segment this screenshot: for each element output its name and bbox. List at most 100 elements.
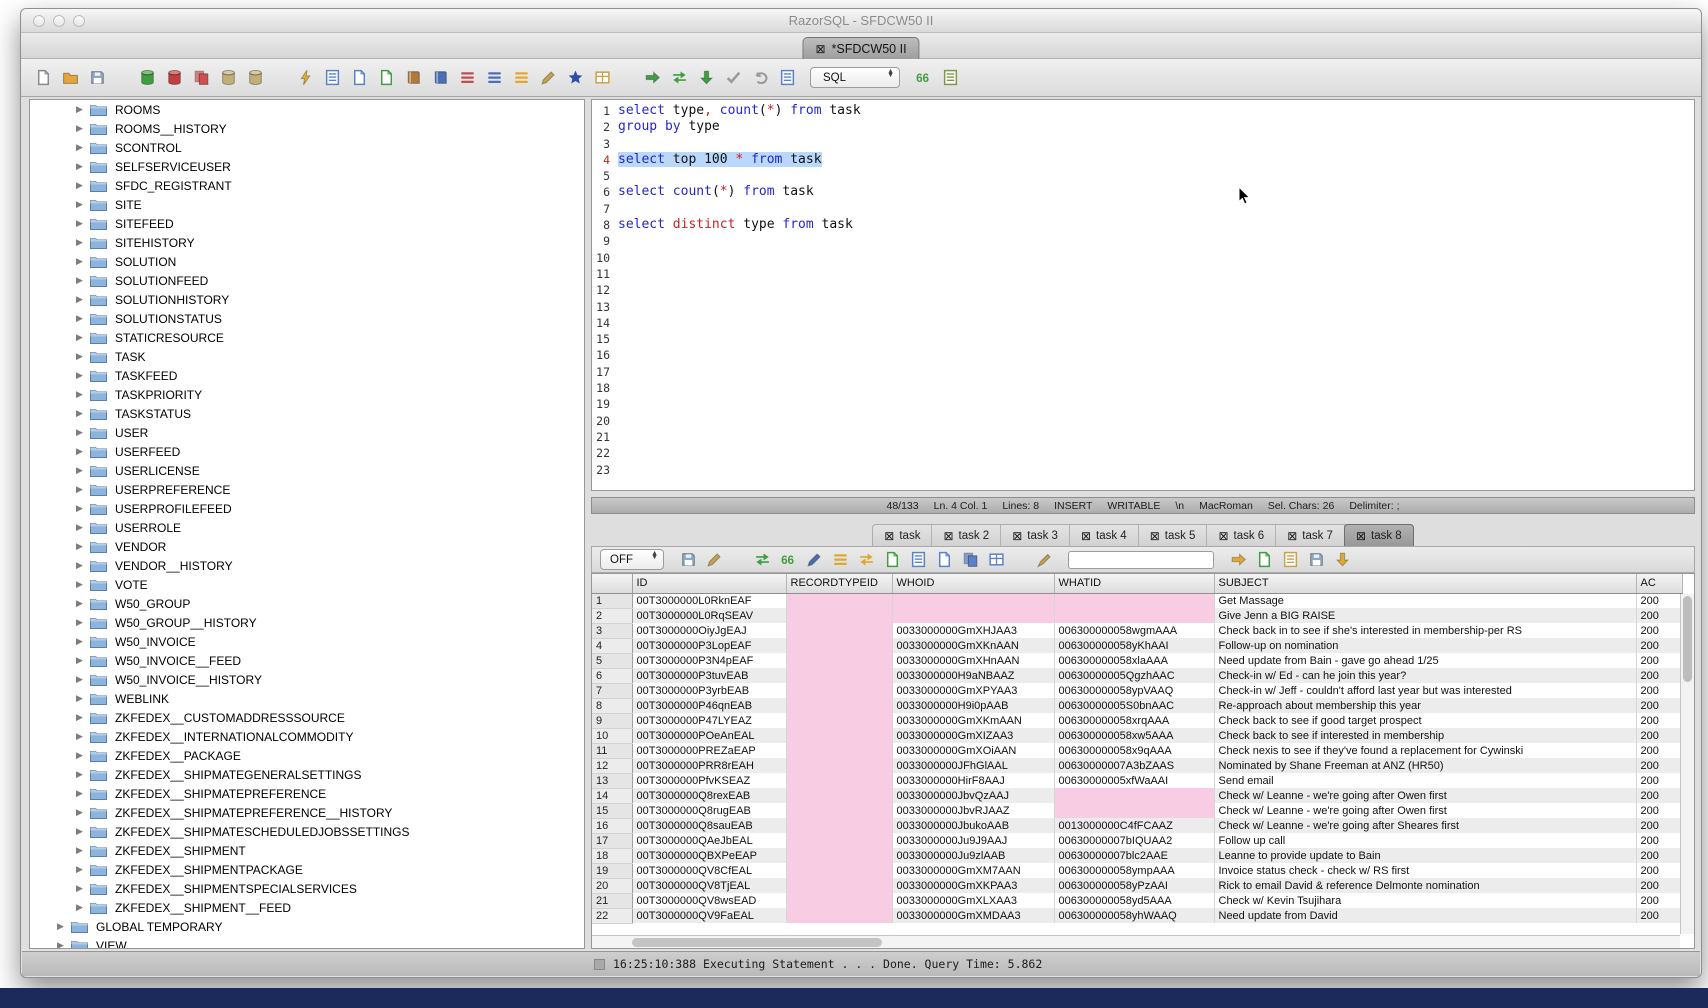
cell-id[interactable]: 00T3000000P46qnEAB <box>632 698 786 713</box>
cell-whatid[interactable]: 0013000000C4fFCAAZ <box>1054 818 1214 833</box>
cell-recordtypeid[interactable] <box>786 773 892 788</box>
tree-item-zkfedex__shipment__feed[interactable]: ▶ZKFEDEX__SHIPMENT__FEED <box>30 898 584 917</box>
disclosure-triangle-icon[interactable]: ▶ <box>76 674 90 685</box>
cell-recordtypeid[interactable] <box>786 878 892 893</box>
cell-whatid[interactable]: 006300000058yKhAAI <box>1054 638 1214 653</box>
cell-whoid[interactable]: 0033000000GmXHJAA3 <box>892 623 1054 638</box>
cell-subject[interactable]: Re-approach about membership this year <box>1214 698 1636 713</box>
lines-down-icon[interactable] <box>484 68 504 88</box>
save-results-icon[interactable] <box>678 550 698 570</box>
cell-ac[interactable]: 200 <box>1636 893 1682 908</box>
highlighter-icon[interactable] <box>1034 550 1054 570</box>
tree-item-staticresource[interactable]: ▶STATICRESOURCE <box>30 328 584 347</box>
title-bar[interactable]: RazorSQL - SFDCW50 II <box>21 9 1701 33</box>
star-icon[interactable] <box>565 68 585 88</box>
statement-type-select[interactable]: SQL ▲▼ <box>810 67 900 88</box>
cell-recordtypeid[interactable] <box>786 623 892 638</box>
cell-ac[interactable]: 200 <box>1636 773 1682 788</box>
cell-recordtypeid[interactable] <box>786 818 892 833</box>
cell-whoid[interactable]: 0033000000Ju9zlAAB <box>892 848 1054 863</box>
disclosure-triangle-icon[interactable]: ▶ <box>76 218 90 229</box>
disclosure-triangle-icon[interactable]: ▶ <box>76 560 90 571</box>
notebook-icon[interactable] <box>403 68 423 88</box>
tree-item-global-temporary[interactable]: ▶GLOBAL TEMPORARY <box>30 917 584 936</box>
tree-item-task[interactable]: ▶TASK <box>30 347 584 366</box>
cell-ac[interactable]: 200 <box>1636 683 1682 698</box>
tree-item-w50_invoice__feed[interactable]: ▶W50_INVOICE__FEED <box>30 651 584 670</box>
result-tab-task-8[interactable]: ⊠task 8 <box>1344 524 1414 547</box>
cell-subject[interactable]: Leanne to provide update to Bain <box>1214 848 1636 863</box>
cell-subject[interactable]: Give Jenn a BIG RAISE <box>1214 608 1636 623</box>
editor-line[interactable]: 22 <box>592 445 1694 461</box>
table-export-icon[interactable] <box>592 68 612 88</box>
undo-icon[interactable] <box>750 68 770 88</box>
cell-whoid[interactable]: 0033000000GmXPYAA3 <box>892 683 1054 698</box>
close-tab-icon[interactable]: ⊠ <box>884 530 894 542</box>
disclosure-triangle-icon[interactable]: ▶ <box>76 408 90 419</box>
cell-recordtypeid[interactable] <box>786 698 892 713</box>
copy-icon[interactable] <box>960 550 980 570</box>
disclosure-triangle-icon[interactable]: ▶ <box>76 199 90 210</box>
editor-line[interactable]: 1select type, count(*) from task <box>592 103 1694 119</box>
tree-item-view[interactable]: ▶VIEW <box>30 936 584 949</box>
tree-item-zkfedex__package[interactable]: ▶ZKFEDEX__PACKAGE <box>30 746 584 765</box>
page-refresh-icon[interactable] <box>376 68 396 88</box>
editor-line[interactable]: 10 <box>592 250 1694 266</box>
table-row[interactable]: 1200T3000000PRR8rEAH0033000000JFhGlAAL00… <box>592 758 1682 773</box>
cell-whatid[interactable] <box>1054 788 1214 803</box>
disclosure-triangle-icon[interactable]: ▶ <box>76 712 90 723</box>
tree-item-zkfedex__internationalcommodity[interactable]: ▶ZKFEDEX__INTERNATIONALCOMMODITY <box>30 727 584 746</box>
cell-recordtypeid[interactable] <box>786 848 892 863</box>
cell-recordtypeid[interactable] <box>786 653 892 668</box>
cell-whatid[interactable]: 006300000058xrqAAA <box>1054 713 1214 728</box>
disclosure-triangle-icon[interactable]: ▶ <box>76 142 90 153</box>
db-icon[interactable] <box>245 68 265 88</box>
cell-recordtypeid[interactable] <box>786 863 892 878</box>
disclosure-triangle-icon[interactable]: ▶ <box>76 484 90 495</box>
tree-item-solutionstatus[interactable]: ▶SOLUTIONSTATUS <box>30 309 584 328</box>
cell-recordtypeid[interactable] <box>786 728 892 743</box>
cell-ac[interactable]: 200 <box>1636 818 1682 833</box>
disclosure-triangle-icon[interactable]: ▶ <box>57 921 71 932</box>
editor-line[interactable]: 19 <box>592 396 1694 412</box>
cell-recordtypeid[interactable] <box>786 803 892 818</box>
cell-whoid[interactable] <box>892 593 1054 608</box>
disclosure-triangle-icon[interactable]: ▶ <box>76 275 90 286</box>
cell-recordtypeid[interactable] <box>786 668 892 683</box>
limit-select[interactable]: OFF ▲▼ <box>600 549 664 570</box>
cell-id[interactable]: 00T3000000PfvKSEAZ <box>632 773 786 788</box>
cell-subject[interactable]: Check back to see if interested in membe… <box>1214 728 1636 743</box>
cell-recordtypeid[interactable] <box>786 713 892 728</box>
editor-line[interactable]: 9 <box>592 233 1694 249</box>
disclosure-triangle-icon[interactable]: ▶ <box>76 541 90 552</box>
quotes-arrow-icon[interactable] <box>913 68 933 88</box>
checklist-icon[interactable] <box>908 550 928 570</box>
table-row[interactable]: 1500T3000000Q8rugEAB0033000000JbvRJAAZCh… <box>592 803 1682 818</box>
table-row[interactable]: 700T3000000P3yrbEAB0033000000GmXPYAA3006… <box>592 683 1682 698</box>
cell-id[interactable]: 00T3000000L0RknEAF <box>632 593 786 608</box>
tree-item-taskfeed[interactable]: ▶TASKFEED <box>30 366 584 385</box>
cell-whatid[interactable]: 00630000007A3bZAAS <box>1054 758 1214 773</box>
cell-id[interactable]: 00T3000000P3yrbEAB <box>632 683 786 698</box>
cell-id[interactable]: 00T3000000PRR8rEAH <box>632 758 786 773</box>
document-icon[interactable] <box>777 68 797 88</box>
cell-subject[interactable]: Check-in w/ Ed - can he join this year? <box>1214 668 1636 683</box>
copy-cells-icon[interactable] <box>191 68 211 88</box>
arrow-right-icon[interactable] <box>642 68 662 88</box>
cell-id[interactable]: 00T3000000P3tuvEAB <box>632 668 786 683</box>
check-icon[interactable] <box>723 68 743 88</box>
cell-id[interactable]: 00T3000000QAeJbEAL <box>632 833 786 848</box>
annotate-icon[interactable] <box>804 550 824 570</box>
column-header-ac[interactable]: AC <box>1636 574 1682 593</box>
cell-whoid[interactable]: 0033000000GmXLXAA3 <box>892 893 1054 908</box>
column-header-recordtypeid[interactable]: RECORDTYPEID <box>786 574 892 593</box>
cell-whatid[interactable]: 00630000005S0bnAAC <box>1054 698 1214 713</box>
tree-item-taskpriority[interactable]: ▶TASKPRIORITY <box>30 385 584 404</box>
table-row[interactable]: 1400T3000000Q8rexEAB0033000000JbvQzAAJCh… <box>592 788 1682 803</box>
db-import-icon[interactable] <box>137 68 157 88</box>
cell-id[interactable]: 00T3000000P47LYEAZ <box>632 713 786 728</box>
cell-ac[interactable]: 200 <box>1636 788 1682 803</box>
checklist-icon[interactable] <box>322 68 342 88</box>
tree-item-zkfedex__shipmentpackage[interactable]: ▶ZKFEDEX__SHIPMENTPACKAGE <box>30 860 584 879</box>
cell-id[interactable]: 00T3000000Q8sauEAB <box>632 818 786 833</box>
